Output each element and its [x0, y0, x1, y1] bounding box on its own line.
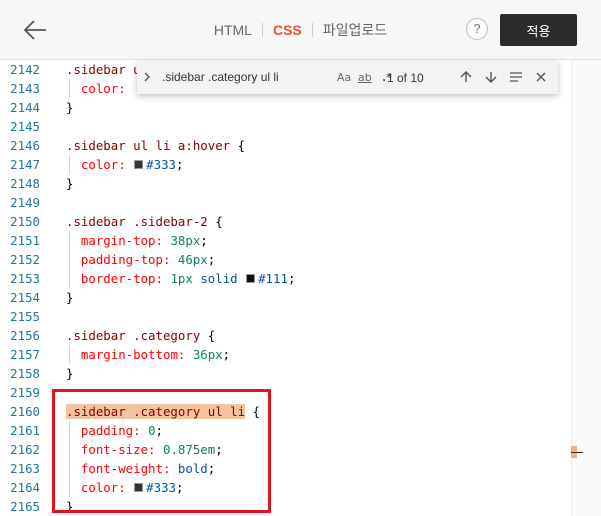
match-case-icon[interactable]: Aa	[337, 70, 351, 86]
match-count: 1 of 10	[387, 71, 424, 85]
close-find-icon[interactable]	[532, 68, 550, 86]
code-line: .sidebar ul li a:hover {	[66, 138, 246, 153]
highlight-box	[52, 389, 271, 513]
top-bar: HTML CSS 파일업로드 ? 적용	[0, 0, 601, 60]
line-number: 2148	[10, 176, 40, 191]
line-number: 2165	[10, 499, 40, 514]
find-query: .sidebar .category ul li	[162, 70, 279, 84]
code-line: }	[66, 100, 74, 115]
indent-guide	[69, 231, 70, 288]
line-number: 2158	[10, 366, 40, 381]
code-line: margin-top: 38px;	[80, 233, 208, 248]
line-number: 2157	[10, 347, 40, 362]
find-widget: .sidebar .category ul li Aa ab .* 1 of 1…	[137, 61, 558, 94]
indent-guide	[69, 155, 70, 174]
line-number: 2151	[10, 233, 40, 248]
help-button[interactable]: ?	[466, 18, 488, 40]
line-number: 2147	[10, 157, 40, 172]
line-number: 2144	[10, 100, 40, 115]
code-line: margin-bottom: 36px;	[80, 347, 231, 362]
line-number: 2149	[10, 195, 40, 210]
line-number: 2143	[10, 81, 40, 96]
toggle-replace-chevron-icon[interactable]	[142, 70, 154, 84]
line-number: 2154	[10, 290, 40, 305]
code-line: }	[66, 176, 74, 191]
line-number: 2142	[10, 62, 40, 77]
line-number-gutter: 2142 2143 2144 2145 2146 2147 2148 2149 2150 2151…	[0, 60, 44, 516]
color-swatch[interactable]	[246, 274, 256, 283]
line-number: 2161	[10, 423, 40, 438]
line-number: 2156	[10, 328, 40, 343]
indent-guide	[69, 79, 70, 98]
find-in-selection-icon[interactable]	[507, 68, 525, 86]
tab-file-upload[interactable]: 파일업로드	[313, 20, 397, 40]
line-number: 2164	[10, 480, 40, 495]
previous-match-icon[interactable]	[457, 68, 475, 86]
line-number: 2155	[10, 309, 40, 324]
apply-button[interactable]: 적용	[500, 14, 577, 46]
code-line: .sidebar .sidebar-2 {	[66, 214, 223, 229]
code-editor[interactable]: 2142 2143 2144 2145 2146 2147 2148 2149 2150 2151…	[0, 60, 601, 516]
next-match-icon[interactable]	[482, 68, 500, 86]
code-line: }	[66, 366, 74, 381]
line-number: 2153	[10, 271, 40, 286]
tab-css[interactable]: CSS	[263, 22, 312, 38]
code-line: padding-top: 46px;	[80, 252, 216, 267]
line-number: 2150	[10, 214, 40, 229]
indent-guide	[69, 345, 70, 364]
line-number: 2160	[10, 404, 40, 419]
color-swatch[interactable]	[134, 160, 144, 169]
code-line: }	[66, 290, 74, 305]
code-line: color:	[80, 81, 126, 96]
tab-html[interactable]: HTML	[204, 22, 262, 38]
line-number: 2163	[10, 461, 40, 476]
scrollbar-cursor-marker	[571, 452, 583, 453]
line-number: 2159	[10, 385, 40, 400]
line-number: 2152	[10, 252, 40, 267]
whole-word-icon[interactable]: ab	[358, 70, 372, 86]
line-number: 2146	[10, 138, 40, 153]
code-line: .sidebar u	[66, 62, 141, 77]
line-number: 2145	[10, 119, 40, 134]
line-number: 2162	[10, 442, 40, 457]
code-line: .sidebar .category {	[66, 328, 216, 343]
code-line: color: #333;	[80, 157, 184, 172]
code-line: border-top: 1px solid #111;	[80, 271, 296, 286]
